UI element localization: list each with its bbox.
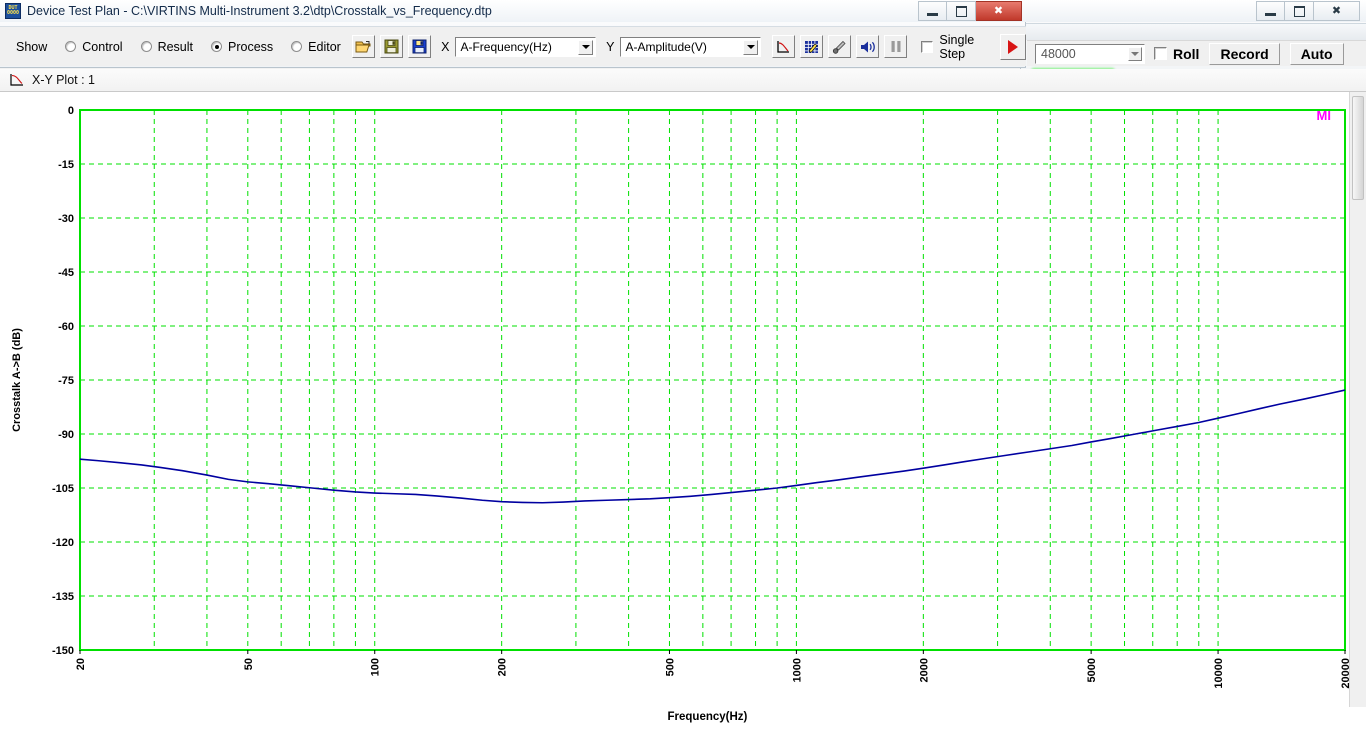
y-tick-label: -30	[58, 213, 74, 225]
xy-plot-button[interactable]	[772, 35, 796, 58]
floppy-save-as-icon	[412, 39, 427, 54]
radio-process-label: Process	[228, 39, 274, 54]
run-button[interactable]	[999, 33, 1026, 60]
y-tick-label: -135	[52, 591, 74, 603]
y-tick-label: -105	[52, 483, 74, 495]
grid-table-icon	[805, 40, 819, 53]
radio-editor-label: Editor	[308, 39, 341, 54]
speaker-volume-icon	[860, 41, 875, 52]
sound-button[interactable]	[856, 35, 880, 58]
bg-close-icon[interactable]: ✖	[1314, 1, 1360, 21]
y-tick-label: -60	[58, 321, 74, 333]
y-tick-label: -90	[58, 429, 74, 441]
radio-control[interactable]: Control	[65, 39, 123, 54]
x-tick-label: 500	[664, 658, 676, 676]
xy-plot-icon	[9, 73, 25, 88]
save-as-file-button[interactable]	[408, 35, 432, 58]
chevron-down-icon[interactable]	[743, 39, 759, 55]
background-window-controls[interactable]: ✖	[1256, 1, 1360, 21]
plot-svg: 0 -15 -30 -45 -60 -75 -90 -105 -120 -135 -15020 50 1…	[11, 105, 1352, 723]
single-step-checkbox[interactable]: Single Step	[921, 33, 986, 61]
main-window-controls[interactable]: ✖	[918, 1, 1022, 21]
chevron-down-icon[interactable]	[1128, 46, 1142, 61]
x-source-combo[interactable]: A-Frequency(Hz)	[455, 36, 597, 57]
save-file-button[interactable]	[380, 35, 404, 58]
secondary-toolbar: 48000 Roll Record Auto	[1027, 40, 1366, 66]
desktop-background: ✖ 48000 Roll Record Auto ✖ DUT 0000 Devi…	[0, 0, 1366, 729]
vertical-scrollbar[interactable]	[1349, 92, 1366, 707]
probe-button[interactable]	[828, 35, 852, 58]
radio-process[interactable]: Process	[211, 40, 273, 54]
y-tick-label: -15	[58, 159, 74, 171]
xy-plot-icon	[777, 40, 790, 53]
open-file-button[interactable]	[352, 35, 376, 58]
roll-checkbox[interactable]: Roll	[1154, 46, 1199, 62]
radio-process-dot[interactable]	[211, 41, 223, 52]
x-tick-label: 5000	[1086, 658, 1098, 682]
data-table-button[interactable]	[800, 35, 824, 58]
radio-control-dot[interactable]	[65, 41, 77, 52]
y-tick-label: -45	[58, 267, 74, 279]
x-axis-title: Frequency(Hz)	[668, 711, 748, 723]
x-tick-label: 20	[75, 658, 87, 670]
device-test-plan-icon: DUT 0000	[5, 3, 21, 19]
roll-checkbox-box[interactable]	[1154, 47, 1167, 60]
roll-label: Roll	[1173, 45, 1200, 62]
radio-editor[interactable]: Editor	[291, 40, 341, 54]
y-tick-label: -75	[58, 375, 74, 387]
window-title: Device Test Plan - C:\VIRTINS Multi-Inst…	[27, 4, 492, 18]
x-tick-labels: 20 50 100 200 500 1000 2000 5000 10000 20000	[75, 650, 1352, 689]
restore-icon[interactable]	[947, 1, 976, 21]
sample-rate-combo[interactable]: 48000	[1035, 43, 1145, 64]
y-axis-title: Crosstalk A->B (dB)	[11, 328, 23, 432]
y-source-value: A-Amplitude(V)	[625, 39, 707, 54]
pause-button[interactable]	[884, 35, 908, 58]
x-tick-label: 2000	[918, 658, 930, 682]
record-button[interactable]: Record	[1209, 42, 1280, 65]
radio-result-label: Result	[157, 39, 194, 54]
watermark-label: MI	[1317, 108, 1331, 123]
app-icon-bottom-text: 0000	[6, 10, 20, 16]
close-icon[interactable]: ✖	[976, 1, 1022, 21]
radio-result-dot[interactable]	[140, 41, 152, 52]
radio-editor-dot[interactable]	[291, 41, 303, 52]
main-toolbar: Show Control Result Process Editor X A-F…	[0, 26, 1026, 66]
chevron-down-icon[interactable]	[578, 39, 594, 55]
x-tick-label: 50	[243, 658, 255, 670]
main-titlebar: DUT 0000 Device Test Plan - C:\VIRTINS M…	[0, 0, 1026, 22]
floppy-save-icon	[384, 39, 399, 54]
microphone-probe-icon	[833, 40, 846, 54]
pause-icon	[891, 41, 901, 52]
plot-panel-header: X-Y Plot : 1	[0, 69, 1366, 92]
minimize-icon[interactable]	[918, 1, 947, 21]
sample-rate-value: 48000	[1041, 46, 1076, 61]
plot-panel-title: X-Y Plot : 1	[32, 73, 95, 87]
y-tick-label: -150	[52, 645, 74, 657]
single-step-checkbox-box[interactable]	[921, 40, 934, 53]
xy-plot-chart[interactable]: 0 -15 -30 -45 -60 -75 -90 -105 -120 -135 -150 20 50 1…	[0, 92, 1366, 729]
y-tick-labels: 0 -15 -30 -45 -60 -75 -90 -105 -120 -135 -150	[52, 105, 74, 657]
vertical-scrollbar-thumb[interactable]	[1352, 96, 1364, 200]
y-axis-label: Y	[606, 39, 615, 54]
y-tick-label: 0	[68, 105, 74, 117]
bg-restore-icon[interactable]	[1285, 1, 1314, 21]
x-source-value: A-Frequency(Hz)	[460, 39, 552, 54]
bg-minimize-icon[interactable]	[1256, 1, 1285, 21]
x-tick-label: 200	[497, 658, 509, 676]
x-tick-label: 10000	[1213, 658, 1225, 689]
radio-control-label: Control	[82, 39, 123, 54]
background-window-strip	[1020, 23, 1366, 40]
y-source-combo[interactable]: A-Amplitude(V)	[620, 36, 762, 57]
x-tick-label: 100	[370, 658, 382, 676]
single-step-label: Single Step	[939, 32, 975, 61]
show-label: Show	[16, 39, 48, 54]
x-axis-label: X	[441, 39, 450, 54]
x-tick-label: 1000	[791, 658, 803, 682]
auto-button[interactable]: Auto	[1289, 42, 1344, 65]
y-tick-label: -120	[52, 537, 74, 549]
radio-result[interactable]: Result	[140, 39, 194, 54]
folder-open-icon	[355, 41, 371, 53]
